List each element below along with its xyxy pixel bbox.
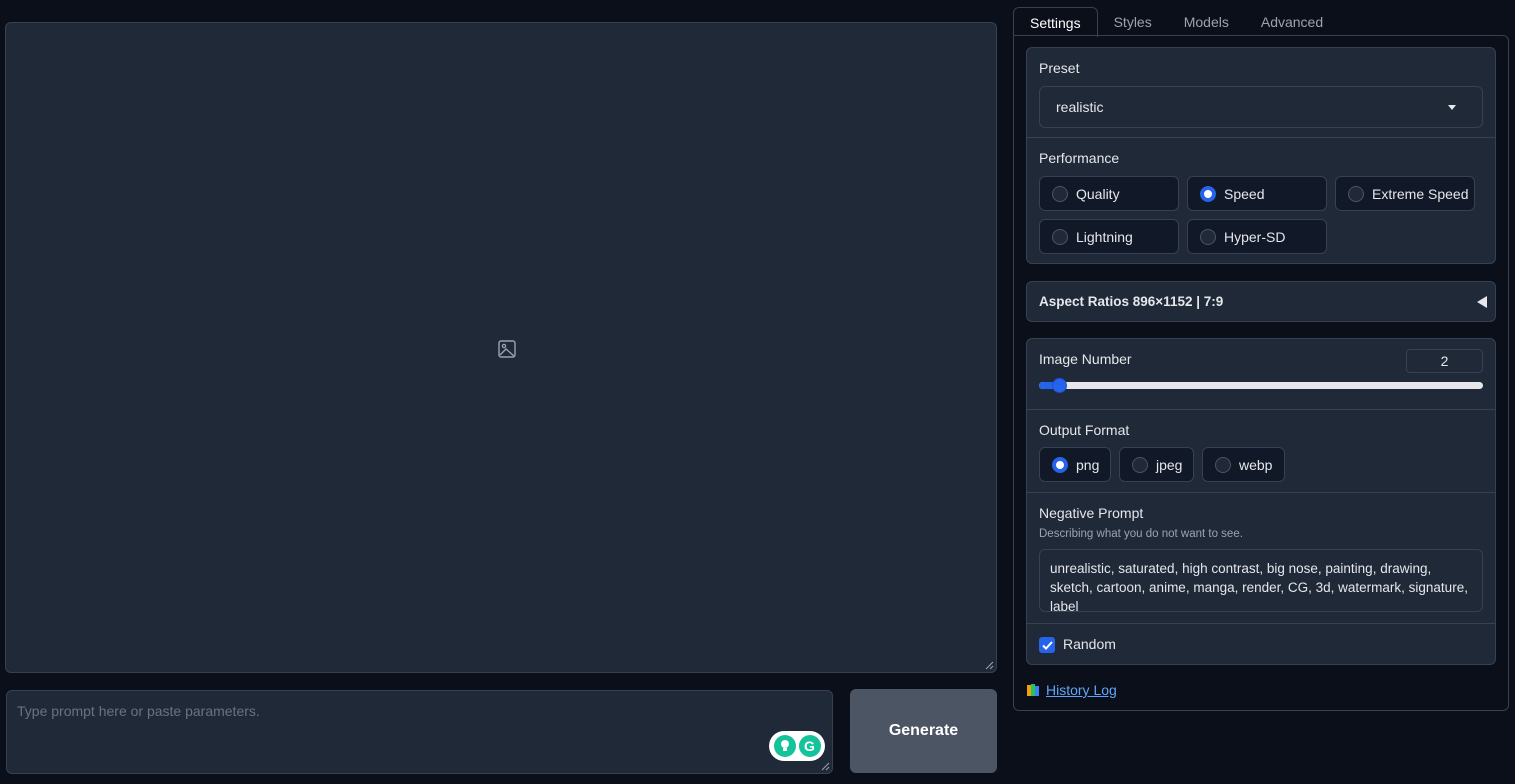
negative-prompt-row: Negative Prompt Describing what you do n… — [1027, 493, 1495, 624]
history-log-link[interactable]: History Log — [1026, 682, 1117, 698]
books-icon — [1027, 684, 1039, 696]
preset-label: Preset — [1039, 60, 1080, 76]
output-format-row: Output Format png jpeg webp — [1027, 410, 1495, 493]
generation-options-block: Image Number 2 Output Format png jpeg we… — [1026, 338, 1496, 665]
radio-label: Hyper-SD — [1224, 228, 1286, 245]
resize-grip-icon[interactable] — [984, 660, 994, 670]
image-placeholder-icon — [498, 340, 516, 358]
radio-icon — [1348, 185, 1364, 202]
preset-dropdown[interactable]: realistic — [1039, 86, 1483, 128]
grammarly-widget[interactable]: G — [769, 731, 825, 761]
output-format-option-png[interactable]: png — [1039, 447, 1111, 482]
radio-label: Lightning — [1076, 228, 1133, 245]
checkmark-icon — [1041, 640, 1053, 650]
performance-label: Performance — [1039, 150, 1120, 166]
performance-option-hyper-sd[interactable]: Hyper-SD — [1187, 219, 1327, 254]
aspect-ratios-label: Aspect Ratios 896×1152 | 7:9 — [1039, 294, 1224, 309]
prompt-input[interactable] — [7, 691, 832, 773]
output-format-option-jpeg[interactable]: jpeg — [1119, 447, 1194, 482]
output-format-option-webp[interactable]: webp — [1202, 447, 1285, 482]
random-checkbox[interactable] — [1039, 637, 1055, 653]
random-row: Random — [1027, 624, 1495, 665]
radio-label: Quality — [1076, 185, 1120, 202]
performance-option-quality[interactable]: Quality — [1039, 176, 1179, 211]
preset-performance-block: Preset realistic Performance Quality Spe… — [1026, 47, 1496, 264]
performance-option-extreme-speed[interactable]: Extreme Speed — [1335, 176, 1475, 211]
tab-bar: Settings Styles Models Advanced — [1013, 7, 1339, 37]
radio-label: png — [1076, 456, 1100, 473]
random-label: Random — [1063, 636, 1116, 652]
resize-grip-icon[interactable] — [820, 761, 830, 771]
negative-prompt-input[interactable]: unrealistic, saturated, high contrast, b… — [1039, 549, 1483, 614]
prompt-box: G — [6, 690, 833, 774]
settings-panel: Preset realistic Performance Quality Spe… — [1013, 35, 1509, 711]
performance-option-speed[interactable]: Speed — [1187, 176, 1327, 211]
radio-icon — [1132, 456, 1148, 473]
history-log-label: History Log — [1046, 682, 1117, 698]
radio-checked-icon — [1200, 185, 1216, 202]
triangle-left-icon — [1477, 296, 1487, 308]
image-number-label: Image Number — [1039, 351, 1132, 367]
image-gallery — [5, 22, 997, 673]
tab-settings[interactable]: Settings — [1013, 7, 1098, 37]
radio-checked-icon — [1052, 456, 1068, 473]
chevron-down-icon — [1448, 105, 1456, 110]
grammarly-icon[interactable]: G — [798, 735, 821, 757]
preset-value: realistic — [1056, 99, 1104, 115]
preset-row: Preset realistic — [1027, 48, 1495, 138]
radio-label: webp — [1239, 456, 1273, 473]
radio-icon — [1200, 228, 1216, 245]
negative-prompt-label: Negative Prompt — [1039, 505, 1144, 521]
slider-thumb[interactable] — [1052, 378, 1067, 393]
tab-advanced[interactable]: Advanced — [1245, 7, 1339, 36]
tab-models[interactable]: Models — [1168, 7, 1245, 36]
performance-option-lightning[interactable]: Lightning — [1039, 219, 1179, 254]
radio-icon — [1052, 228, 1068, 245]
image-number-row: Image Number 2 — [1027, 339, 1495, 410]
performance-row: Performance Quality Speed Extreme Speed … — [1027, 138, 1495, 264]
radio-label: Extreme Speed — [1372, 185, 1469, 202]
radio-icon — [1052, 185, 1068, 202]
image-number-slider[interactable] — [1039, 378, 1483, 393]
aspect-ratios-accordion[interactable]: Aspect Ratios 896×1152 | 7:9 — [1026, 281, 1496, 322]
radio-label: jpeg — [1156, 456, 1183, 473]
radio-label: Speed — [1224, 185, 1265, 202]
tab-styles[interactable]: Styles — [1098, 7, 1168, 36]
generate-button[interactable]: Generate — [850, 689, 997, 773]
image-number-input[interactable]: 2 — [1406, 349, 1483, 373]
negative-prompt-info: Describing what you do not want to see. — [1039, 528, 1243, 540]
lightbulb-icon[interactable] — [773, 735, 796, 757]
output-format-label: Output Format — [1039, 422, 1130, 438]
radio-icon — [1215, 456, 1231, 473]
